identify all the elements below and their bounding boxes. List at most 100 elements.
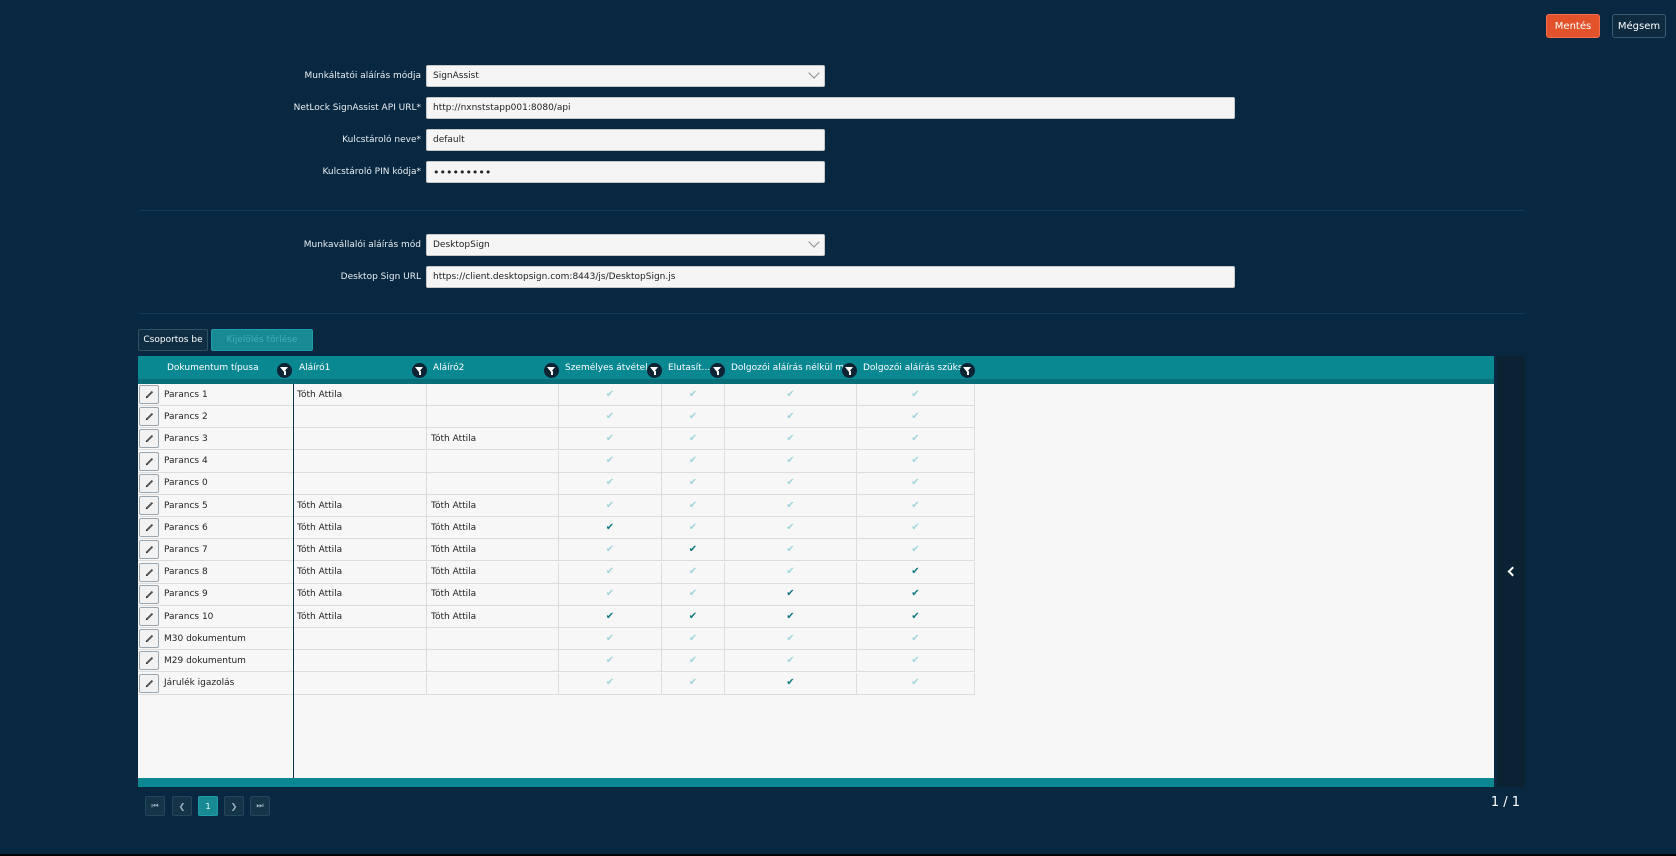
page-1-button[interactable]: 1 <box>198 796 218 816</box>
unchecked-icon[interactable]: ✔ <box>689 389 697 400</box>
unchecked-icon[interactable]: ✔ <box>689 478 697 488</box>
pin-input[interactable]: ••••••••• <box>426 161 825 183</box>
unchecked-icon[interactable]: ✔ <box>911 633 919 644</box>
unchecked-icon[interactable]: ✔ <box>689 567 697 577</box>
unchecked-icon[interactable]: ✔ <box>911 411 919 422</box>
api-url-input[interactable]: http://nxnststapp001:8080/api <box>426 97 1235 119</box>
checked-icon[interactable]: ✔ <box>786 611 794 622</box>
checked-icon[interactable]: ✔ <box>911 589 919 599</box>
side-panel-toggle[interactable] <box>1497 356 1525 787</box>
edit-pencil-icon[interactable] <box>139 451 159 471</box>
keystore-input[interactable]: default <box>426 129 825 151</box>
doc-type-cell: Parancs 1 <box>138 384 293 406</box>
checked-icon[interactable]: ✔ <box>606 611 614 622</box>
unchecked-icon[interactable]: ✔ <box>606 567 614 577</box>
unchecked-icon[interactable]: ✔ <box>689 655 697 666</box>
desktop-url-input[interactable]: https://client.desktopsign.com:8443/js/D… <box>426 266 1235 288</box>
unchecked-icon[interactable]: ✔ <box>689 678 697 688</box>
checked-icon[interactable]: ✔ <box>786 678 794 688</box>
unchecked-icon[interactable]: ✔ <box>786 544 794 555</box>
checkbox-cell: ✔ <box>857 495 975 517</box>
unchecked-icon[interactable]: ✔ <box>606 456 614 466</box>
save-button[interactable]: Mentés <box>1546 14 1600 38</box>
unchecked-icon[interactable]: ✔ <box>606 389 614 400</box>
filter-icon[interactable] <box>412 363 427 378</box>
filter-icon[interactable] <box>277 363 292 378</box>
unchecked-icon[interactable]: ✔ <box>911 478 919 488</box>
unchecked-icon[interactable]: ✔ <box>786 567 794 577</box>
filter-icon[interactable] <box>647 363 662 378</box>
edit-pencil-icon[interactable] <box>139 607 159 626</box>
unchecked-icon[interactable]: ✔ <box>786 389 794 400</box>
unchecked-icon[interactable]: ✔ <box>606 589 614 599</box>
next-page-button[interactable]: ❯ <box>224 796 244 816</box>
unchecked-icon[interactable]: ✔ <box>689 433 697 444</box>
filter-icon[interactable] <box>544 363 559 378</box>
col-header-doc-type[interactable]: Dokumentum típusa <box>138 356 293 379</box>
unchecked-icon[interactable]: ✔ <box>786 500 794 511</box>
unchecked-icon[interactable]: ✔ <box>911 522 919 533</box>
employee-mode-select[interactable]: DesktopSign <box>426 234 825 256</box>
edit-pencil-icon[interactable] <box>139 562 159 582</box>
checked-icon[interactable]: ✔ <box>911 611 919 622</box>
clear-selection-button[interactable]: Kijelölés törlése <box>211 329 313 351</box>
checked-icon[interactable]: ✔ <box>786 589 794 599</box>
unchecked-icon[interactable]: ✔ <box>689 411 697 422</box>
unchecked-icon[interactable]: ✔ <box>911 389 919 400</box>
group-action-button[interactable]: Csoportos be <box>138 329 208 351</box>
unchecked-icon[interactable]: ✔ <box>911 655 919 666</box>
unchecked-icon[interactable]: ✔ <box>786 456 794 466</box>
filter-icon[interactable] <box>710 363 725 378</box>
unchecked-icon[interactable]: ✔ <box>689 522 697 533</box>
last-page-button[interactable]: ⏭ <box>250 796 270 816</box>
unchecked-icon[interactable]: ✔ <box>911 433 919 444</box>
checked-icon[interactable]: ✔ <box>911 567 919 577</box>
unchecked-icon[interactable]: ✔ <box>606 678 614 688</box>
edit-pencil-icon[interactable] <box>139 473 159 493</box>
unchecked-icon[interactable]: ✔ <box>911 544 919 555</box>
edit-pencil-icon[interactable] <box>139 407 159 427</box>
cancel-button[interactable]: Mégsem <box>1612 14 1666 38</box>
col-header-no-employee-signature[interactable]: Dolgozói aláírás nélkül m... <box>725 356 857 379</box>
unchecked-icon[interactable]: ✔ <box>606 500 614 511</box>
unchecked-icon[interactable]: ✔ <box>606 655 614 666</box>
unchecked-icon[interactable]: ✔ <box>786 411 794 422</box>
edit-pencil-icon[interactable] <box>139 385 159 404</box>
unchecked-icon[interactable]: ✔ <box>689 500 697 511</box>
edit-pencil-icon[interactable] <box>139 584 159 604</box>
edit-pencil-icon[interactable] <box>139 540 159 560</box>
unchecked-icon[interactable]: ✔ <box>911 456 919 466</box>
unchecked-icon[interactable]: ✔ <box>911 500 919 511</box>
prev-page-button[interactable]: ❮ <box>172 796 192 816</box>
unchecked-icon[interactable]: ✔ <box>786 633 794 644</box>
first-page-button[interactable]: ⏮ <box>145 796 165 816</box>
unchecked-icon[interactable]: ✔ <box>606 411 614 422</box>
employer-mode-select[interactable]: SignAssist <box>426 65 825 87</box>
checked-icon[interactable]: ✔ <box>606 522 614 533</box>
unchecked-icon[interactable]: ✔ <box>786 433 794 444</box>
col-header-signer1[interactable]: Aláíró1 <box>293 356 427 379</box>
edit-pencil-icon[interactable] <box>139 518 159 538</box>
edit-pencil-icon[interactable] <box>139 629 159 649</box>
filter-icon[interactable] <box>842 363 857 378</box>
checked-icon[interactable]: ✔ <box>689 544 697 555</box>
unchecked-icon[interactable]: ✔ <box>911 678 919 688</box>
edit-pencil-icon[interactable] <box>139 429 159 449</box>
unchecked-icon[interactable]: ✔ <box>606 433 614 444</box>
unchecked-icon[interactable]: ✔ <box>689 633 697 644</box>
unchecked-icon[interactable]: ✔ <box>606 544 614 555</box>
edit-pencil-icon[interactable] <box>139 673 159 693</box>
unchecked-icon[interactable]: ✔ <box>786 522 794 533</box>
unchecked-icon[interactable]: ✔ <box>786 655 794 666</box>
col-header-employee-signature-required[interactable]: Dolgozói aláírás szüks... <box>857 356 975 379</box>
unchecked-icon[interactable]: ✔ <box>689 456 697 466</box>
edit-pencil-icon[interactable] <box>139 496 159 515</box>
unchecked-icon[interactable]: ✔ <box>606 478 614 488</box>
filter-icon[interactable] <box>960 363 975 378</box>
col-header-signer2[interactable]: Aláíró2 <box>427 356 559 379</box>
unchecked-icon[interactable]: ✔ <box>689 589 697 599</box>
unchecked-icon[interactable]: ✔ <box>786 478 794 488</box>
checked-icon[interactable]: ✔ <box>689 611 697 622</box>
edit-pencil-icon[interactable] <box>139 651 159 671</box>
unchecked-icon[interactable]: ✔ <box>606 633 614 644</box>
